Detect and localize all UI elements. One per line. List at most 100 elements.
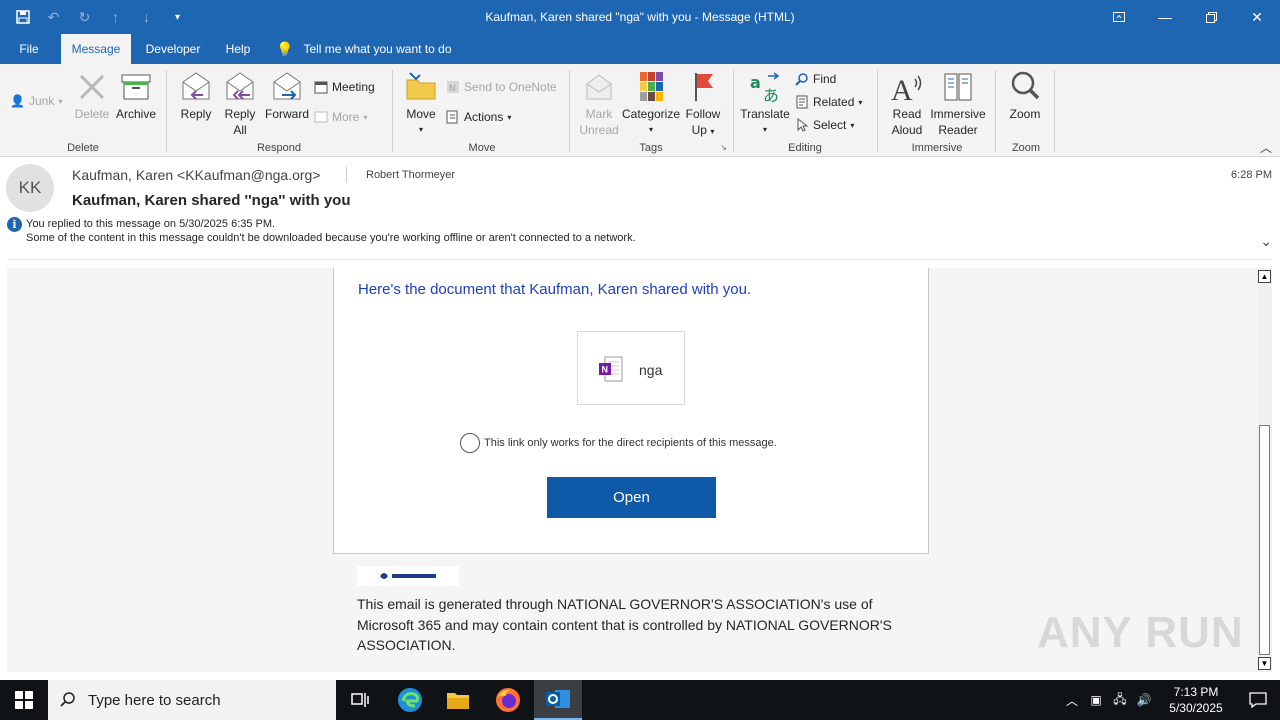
junk-icon: 👤	[10, 94, 25, 108]
follow-up-button[interactable]: Follow Up ▾	[683, 70, 723, 140]
clock[interactable]: 7:13 PM 5/30/2025	[1156, 684, 1236, 716]
search-placeholder: Type here to search	[88, 692, 221, 709]
editing-group: aあ Translate ▾ Find Related ▾ Select ▾ E…	[737, 68, 873, 156]
chevron-up-icon[interactable]: ︿	[1060, 692, 1084, 709]
editing-group-label: Editing	[788, 142, 822, 154]
actions-icon	[446, 110, 460, 124]
windows-icon	[15, 691, 33, 709]
document-name: nga	[639, 362, 663, 378]
move-group: Move ▾ N Send to OneNote Actions ▾ Move	[396, 68, 568, 156]
sender[interactable]: Kaufman, Karen <KKaufman@nga.org>	[72, 167, 320, 183]
people-icon	[460, 433, 480, 453]
tags-group: Mark Unread Categorize ▾ Follow Up ▾ Tag…	[573, 68, 729, 156]
ribbon-separator	[1054, 70, 1055, 152]
device-icon[interactable]: ▣	[1084, 693, 1108, 707]
collapse-ribbon-icon[interactable]: ︿	[1260, 139, 1272, 156]
send-to-onenote-button[interactable]: N Send to OneNote	[446, 80, 557, 94]
archive-button[interactable]: Archive	[114, 70, 158, 122]
translate-button[interactable]: aあ Translate ▾	[739, 70, 791, 138]
ribbon-separator	[733, 70, 734, 152]
chevron-down-icon: ▾	[762, 125, 767, 134]
junk-button[interactable]: 👤 Junk ▾	[10, 94, 62, 108]
select-button[interactable]: Select ▾	[795, 117, 854, 132]
onenote-file-icon: N	[599, 356, 623, 382]
read-aloud-button[interactable]: A Read Aloud	[887, 70, 927, 138]
meeting-icon	[314, 80, 328, 94]
magnifier-icon	[1008, 70, 1042, 104]
related-button[interactable]: Related ▾	[795, 95, 862, 109]
window-controls: — ✕	[1096, 0, 1280, 34]
find-button[interactable]: Find	[795, 72, 836, 86]
tags-group-label: Tags	[639, 142, 663, 154]
close-icon[interactable]: ✕	[1234, 0, 1280, 34]
dialog-launcher-icon[interactable]: ↘	[720, 143, 727, 152]
svg-text:A: A	[891, 74, 913, 104]
move-button[interactable]: Move ▾	[402, 70, 440, 138]
avatar: KK	[6, 164, 54, 212]
taskbar-search[interactable]: Type here to search	[48, 680, 336, 720]
mark-unread-button[interactable]: Mark Unread	[577, 70, 621, 138]
archive-icon	[119, 70, 153, 104]
start-button[interactable]	[0, 680, 48, 720]
delete-group: 👤 Junk ▾ Delete Archive Delete	[0, 68, 166, 156]
forward-icon	[270, 70, 304, 104]
zoom-group: Zoom Zoom	[999, 68, 1053, 156]
lightbulb-icon: 💡	[276, 41, 294, 57]
chevron-down-icon: ▾	[507, 112, 512, 122]
info-offline: Some of the content in this message coul…	[26, 232, 636, 244]
link-note: This link only works for the direct reci…	[460, 433, 777, 453]
restore-icon[interactable]	[1188, 0, 1234, 34]
ribbon-tabs: File Message Developer Help 💡 Tell me wh…	[0, 34, 1280, 64]
respond-group-label: Respond	[256, 142, 302, 154]
chevron-down-icon: ▾	[648, 125, 653, 134]
taskbar-outlook[interactable]	[534, 680, 582, 720]
network-icon[interactable]: 🖧	[1108, 690, 1132, 711]
tab-developer[interactable]: Developer	[140, 34, 206, 64]
meeting-button[interactable]: Meeting	[314, 80, 375, 94]
open-button[interactable]: Open	[547, 477, 716, 518]
immersive-reader-button[interactable]: Immersive Reader	[929, 70, 987, 138]
firefox-icon	[496, 688, 520, 712]
info-replied[interactable]: You replied to this message on 5/30/2025…	[26, 218, 275, 230]
tab-help[interactable]: Help	[220, 34, 256, 64]
recipient[interactable]: Robert Thormeyer	[366, 169, 455, 181]
ribbon-separator	[877, 70, 878, 152]
taskbar-edge[interactable]	[386, 680, 434, 720]
received-time: 6:28 PM	[1231, 169, 1272, 181]
actions-button[interactable]: Actions ▾	[446, 110, 511, 124]
scroll-down-icon[interactable]: ▼	[1258, 657, 1271, 670]
zoom-button[interactable]: Zoom	[1005, 70, 1045, 122]
info-icon: i	[7, 217, 22, 232]
taskbar-file-explorer[interactable]	[434, 680, 482, 720]
categorize-icon	[634, 70, 668, 104]
volume-icon[interactable]: 🔊	[1132, 693, 1156, 707]
delete-button[interactable]: Delete	[74, 70, 110, 122]
message-header: KK Kaufman, Karen <KKaufman@nga.org> Rob…	[0, 157, 1280, 265]
tab-file[interactable]: File	[8, 34, 50, 64]
delete-x-icon	[75, 70, 109, 104]
reply-button[interactable]: Reply	[178, 70, 214, 122]
more-respond-button[interactable]: More ▾	[314, 110, 367, 124]
clock-time: 7:13 PM	[1173, 685, 1219, 699]
svg-text:N: N	[602, 365, 609, 375]
shared-document-tile[interactable]: N nga	[577, 331, 685, 405]
tell-me-box[interactable]: 💡 Tell me what you want to do	[276, 34, 466, 64]
minimize-icon[interactable]: —	[1142, 0, 1188, 34]
notification-button[interactable]	[1236, 680, 1280, 720]
reply-all-button[interactable]: Reply All	[220, 70, 260, 138]
task-view-button[interactable]	[336, 680, 384, 720]
flag-icon	[686, 70, 720, 104]
folder-icon	[447, 693, 469, 709]
forward-button[interactable]: Forward	[264, 70, 310, 122]
tab-message[interactable]: Message	[61, 34, 131, 64]
chevron-down-icon[interactable]: ⌄	[1260, 233, 1272, 250]
divider	[8, 259, 1272, 260]
scroll-up-icon[interactable]: ▲	[1258, 270, 1271, 283]
mark-unread-icon	[582, 70, 616, 104]
categorize-button[interactable]: Categorize ▾	[621, 70, 681, 138]
chevron-down-icon: ▾	[418, 125, 423, 134]
ribbon-display-options-icon[interactable]	[1096, 0, 1142, 34]
scroll-thumb[interactable]	[1259, 425, 1270, 655]
vertical-scrollbar[interactable]: ▲ ▼	[1257, 268, 1272, 672]
taskbar-firefox[interactable]	[484, 680, 532, 720]
